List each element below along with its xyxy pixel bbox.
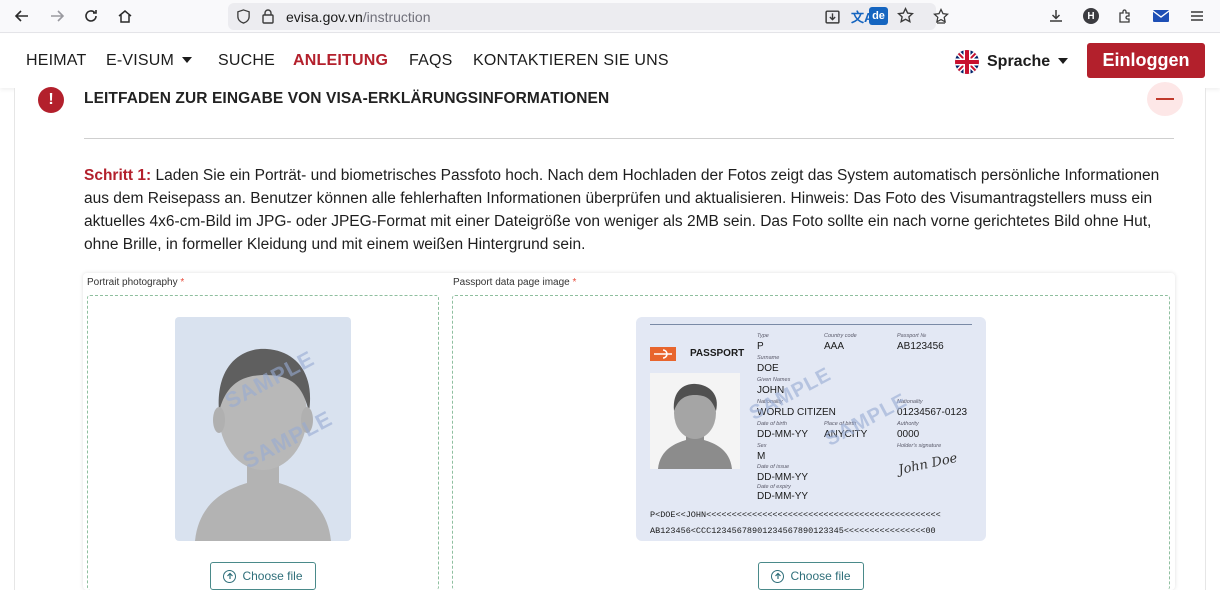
download-icon[interactable] — [1045, 5, 1067, 27]
sex-value: M — [757, 451, 766, 462]
holder-signature-label: Holder's signature — [897, 443, 942, 449]
reader-view-icon[interactable] — [824, 8, 841, 30]
portrait-label-text: Portrait photography — [87, 277, 178, 288]
mrz-line-2: AB123456<CCC12345678901234567890123345<<… — [650, 526, 936, 536]
nav-item-label: ANLEITUNG — [293, 52, 389, 69]
expiry-value: DD-MM-YY — [757, 491, 809, 502]
url-host: evisa.gov.vn — [286, 9, 363, 25]
passport-emblem — [650, 347, 676, 361]
forward-arrow-icon[interactable] — [46, 5, 68, 27]
nav-item-evisa[interactable]: E-VISUM — [106, 52, 193, 70]
language-label: Sprache — [987, 53, 1051, 70]
surname-value: DOE — [757, 363, 779, 374]
type-value: P — [757, 341, 764, 352]
profile-initial: H — [1083, 8, 1099, 24]
back-arrow-icon[interactable] — [11, 5, 33, 27]
holder-signature: John Doe — [897, 450, 959, 479]
translate-language-badge[interactable]: de — [869, 7, 888, 25]
passport-label-text: Passport data page image — [453, 277, 570, 288]
browser-toolbar: evisa.gov.vn/instruction 文A de H — [0, 0, 1220, 33]
passport-field-label: Passport data page image * — [453, 277, 576, 288]
url-text[interactable]: evisa.gov.vn/instruction — [286, 9, 430, 25]
portrait-sample-image: SAMPLE SAMPLE — [175, 317, 351, 541]
required-mark: * — [180, 277, 185, 288]
caret-down-icon — [182, 56, 193, 63]
nav-item-faqs[interactable]: FAQS — [409, 52, 452, 70]
uk-flag-icon — [955, 50, 979, 74]
nav-item-label: HEIMAT — [26, 52, 87, 69]
issue-value: DD-MM-YY — [757, 472, 809, 483]
choose-file-label: Choose file — [790, 569, 851, 583]
choose-file-label: Choose file — [242, 569, 303, 583]
authority-label: Authority — [897, 421, 919, 427]
reload-icon[interactable] — [80, 5, 102, 27]
extensions-puzzle-icon[interactable] — [1114, 5, 1136, 27]
upload-arrow-icon — [771, 569, 785, 583]
given-label: Given Names — [757, 377, 791, 383]
surname-label: Surname — [757, 355, 780, 361]
passport-sample-image: PASSPORT Type P Country code AAA Passpor… — [636, 317, 986, 541]
nav-item-label: E-VISUM — [106, 52, 175, 69]
url-path: /instruction — [362, 9, 431, 25]
minus-icon — [1156, 98, 1174, 100]
issue-label: Date of issue — [757, 464, 790, 470]
portrait-field-label: Portrait photography * — [87, 277, 184, 288]
step-text: Laden Sie ein Porträt- und biometrisches… — [84, 167, 1160, 253]
extension-star-icon[interactable] — [930, 5, 952, 27]
country-value: AAA — [824, 341, 845, 352]
nav-item-label: SUCHE — [218, 52, 276, 69]
mrz-line-1: P<DOE<<JOHN<<<<<<<<<<<<<<<<<<<<<<<<<<<<<… — [650, 510, 941, 520]
passport-photo — [650, 373, 740, 469]
step-description: Schritt 1: Laden Sie ein Porträt- und bi… — [84, 164, 1174, 256]
nav-item-label: FAQS — [409, 52, 453, 69]
address-bar[interactable]: evisa.gov.vn/instruction 文A — [228, 3, 936, 30]
upload-arrow-icon — [223, 569, 237, 583]
authority-value: 0000 — [897, 429, 920, 440]
sex-label: Sex — [757, 443, 767, 449]
alert-icon: ! — [38, 87, 64, 113]
home-icon[interactable] — [114, 5, 136, 27]
country-label: Country code — [824, 333, 857, 339]
number-value: AB123456 — [897, 341, 944, 352]
dob-value: DD-MM-YY — [757, 429, 809, 440]
passport-choose-file-button[interactable]: Choose file — [758, 562, 864, 590]
step-label: Schritt 1: — [84, 167, 152, 184]
shield-icon[interactable] — [236, 9, 251, 29]
passport-heading: PASSPORT — [690, 348, 745, 359]
nav-item-home[interactable]: HEIMAT — [26, 52, 86, 70]
mail-icon[interactable] — [1150, 5, 1172, 27]
collapse-button[interactable] — [1147, 82, 1183, 116]
passport-top-rule — [650, 324, 972, 325]
portrait-choose-file-button[interactable]: Choose file — [210, 562, 316, 590]
login-button[interactable]: Einloggen — [1087, 43, 1205, 78]
nav-item-contact[interactable]: KONTAKTIEREN SIE UNS — [473, 52, 669, 70]
caret-down-icon — [1058, 58, 1069, 64]
nav-item-instruction[interactable]: ANLEITUNG — [293, 52, 388, 70]
expiry-label: Date of expiry — [757, 484, 791, 490]
lock-icon[interactable] — [261, 8, 275, 29]
site-header: HEIMAT E-VISUM SUCHE ANLEITUNG FAQS KONT… — [0, 34, 1220, 88]
divider — [84, 138, 1174, 139]
language-selector[interactable]: Sprache — [955, 50, 1069, 74]
section-title: LEITFADEN ZUR EINGABE VON VISA-ERKLÄRUNG… — [84, 90, 610, 107]
type-label: Type — [757, 333, 769, 339]
nav-item-label: KONTAKTIEREN SIE UNS — [473, 52, 669, 69]
nav-item-search[interactable]: SUCHE — [218, 52, 275, 70]
required-mark: * — [572, 277, 577, 288]
profile-avatar[interactable]: H — [1080, 5, 1102, 27]
bookmark-star-icon[interactable] — [897, 6, 914, 29]
number-label: Passport № — [897, 333, 927, 339]
hamburger-menu-icon[interactable] — [1186, 5, 1208, 27]
